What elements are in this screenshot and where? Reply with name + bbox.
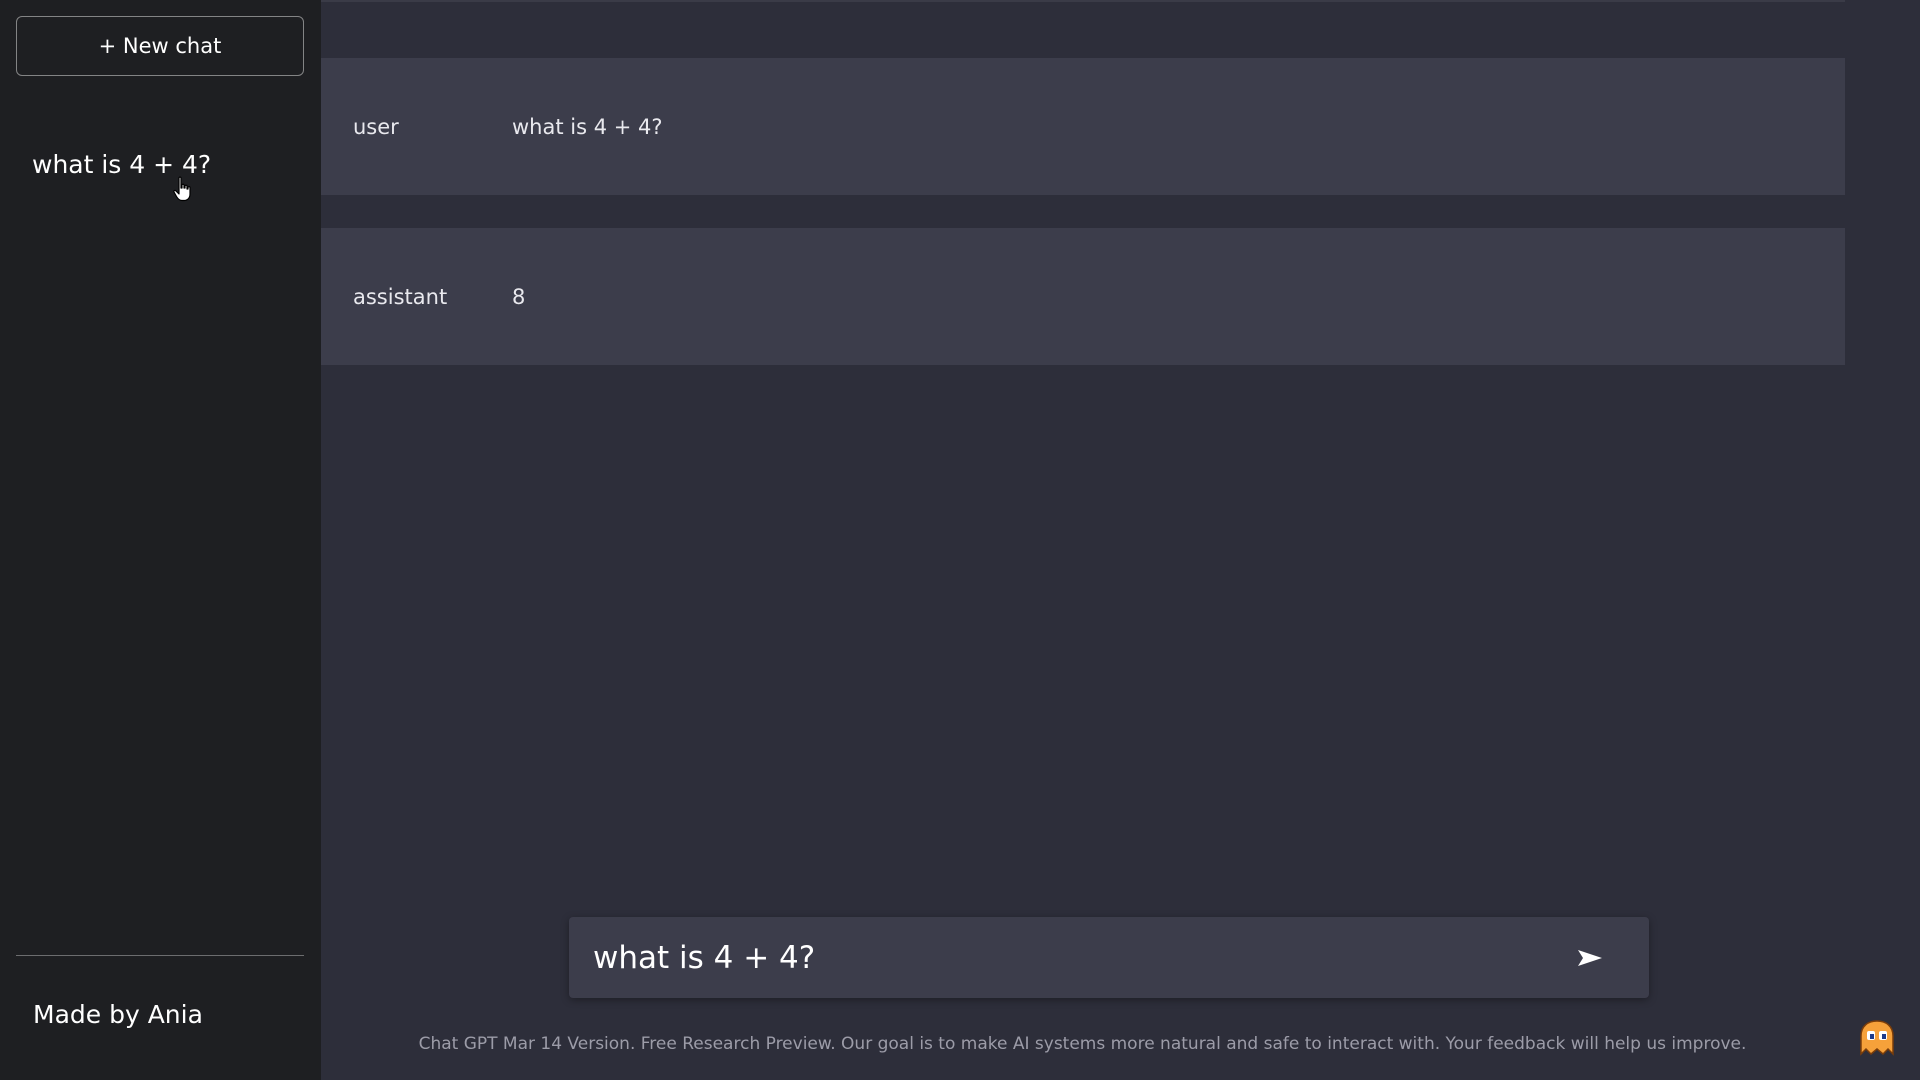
sidebar-divider [16, 955, 304, 956]
top-divider [321, 0, 1845, 2]
message-role: assistant [353, 284, 448, 309]
chat-history-item[interactable]: what is 4 + 4? [32, 150, 292, 202]
new-chat-button[interactable]: + New chat [16, 16, 304, 76]
made-by-credit: Made by Ania [33, 1000, 203, 1029]
ghost-mascot-icon [1860, 1020, 1894, 1056]
message-content: 8 [512, 284, 526, 309]
message-role: user [353, 114, 399, 139]
sidebar: + New chat what is 4 + 4? Made by Ania [0, 0, 321, 1080]
chat-history-list: what is 4 + 4? [32, 150, 292, 202]
chat-history-item-title: what is 4 + 4? [32, 150, 212, 179]
chat-input[interactable] [569, 917, 1529, 998]
footer-disclaimer: Chat GPT Mar 14 Version. Free Research P… [418, 1034, 1747, 1054]
app-window: + New chat what is 4 + 4? Made by Ania u… [0, 0, 1920, 1080]
chat-input-box [569, 917, 1649, 998]
chat-main: user what is 4 + 4? assistant 8 Chat GPT… [321, 0, 1920, 1080]
message-row-assistant: assistant 8 [321, 228, 1845, 365]
hand-pointer-cursor-icon [173, 176, 191, 202]
send-arrow-icon [1578, 950, 1602, 966]
message-row-user: user what is 4 + 4? [321, 58, 1845, 195]
message-content: what is 4 + 4? [512, 114, 663, 139]
send-button[interactable] [1569, 937, 1611, 979]
